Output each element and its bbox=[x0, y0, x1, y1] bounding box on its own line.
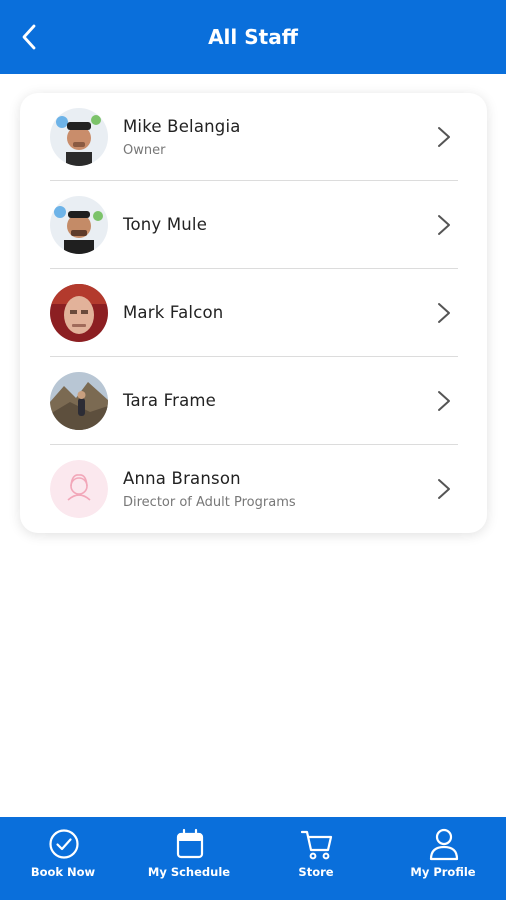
avatar bbox=[50, 460, 108, 518]
tab-label: My Profile bbox=[410, 865, 476, 879]
staff-list-card: Mike Belangia Owner Tony Mule Mark Falco… bbox=[20, 93, 487, 533]
page-title: All Staff bbox=[208, 25, 298, 49]
tab-store[interactable]: Store bbox=[253, 817, 379, 900]
staff-role: Owner bbox=[123, 143, 166, 158]
staff-row-mark-falcon[interactable]: Mark Falcon bbox=[50, 269, 458, 357]
staff-name: Tony Mule bbox=[123, 215, 208, 234]
chevron-right-icon bbox=[438, 215, 450, 235]
tab-label: My Schedule bbox=[147, 865, 231, 879]
staff-name: Anna Branson bbox=[123, 469, 241, 488]
cart-icon bbox=[301, 830, 333, 860]
staff-row-tara-frame[interactable]: Tara Frame bbox=[50, 357, 458, 445]
staff-name: Tara Frame bbox=[123, 391, 217, 410]
tab-my-profile[interactable]: My Profile bbox=[380, 817, 506, 900]
tab-label: Store bbox=[298, 865, 334, 879]
calendar-icon bbox=[176, 828, 204, 859]
chevron-right-icon bbox=[438, 127, 450, 147]
avatar bbox=[50, 284, 108, 342]
avatar bbox=[50, 196, 108, 254]
staff-row-tony-mule[interactable]: Tony Mule bbox=[50, 181, 458, 269]
chevron-right-icon bbox=[438, 479, 450, 499]
tab-my-schedule[interactable]: My Schedule bbox=[126, 817, 252, 900]
staff-row-mike-belangia[interactable]: Mike Belangia Owner bbox=[50, 93, 458, 181]
avatar bbox=[50, 108, 108, 166]
chevron-right-icon bbox=[438, 391, 450, 411]
chevron-right-icon bbox=[438, 303, 450, 323]
staff-role: Director of Adult Programs bbox=[123, 495, 296, 510]
staff-name: Mark Falcon bbox=[123, 303, 224, 322]
user-icon bbox=[429, 828, 459, 861]
staff-row-anna-branson[interactable]: Anna Branson Director of Adult Programs bbox=[50, 445, 458, 533]
check-circle-icon bbox=[49, 829, 79, 859]
avatar bbox=[50, 372, 108, 430]
tab-label: Book Now bbox=[30, 865, 96, 879]
staff-name: Mike Belangia bbox=[123, 117, 241, 136]
app-header: All Staff bbox=[0, 0, 506, 74]
tab-book-now[interactable]: Book Now bbox=[0, 817, 126, 900]
bottom-tab-bar: Book Now My Schedule Store My Profile bbox=[0, 817, 506, 900]
